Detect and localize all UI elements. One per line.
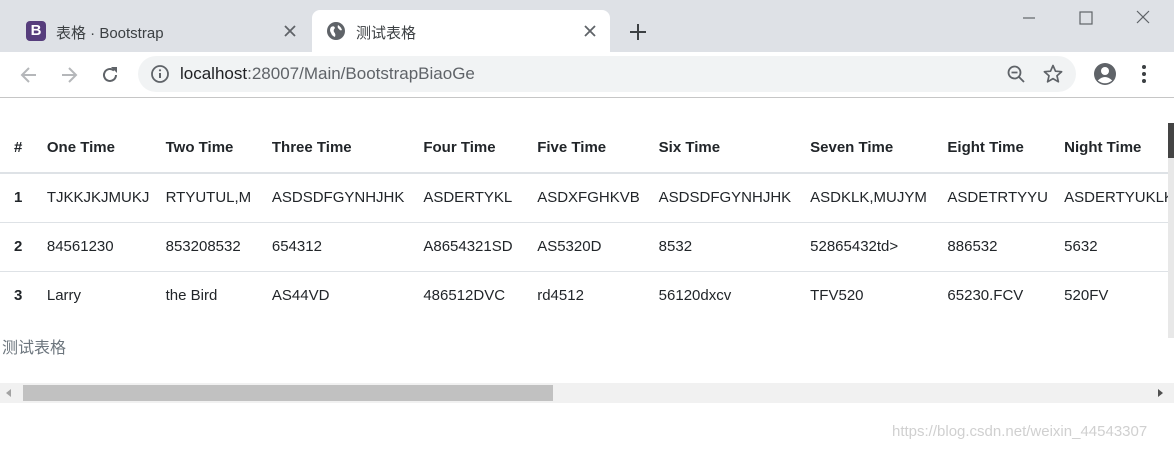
table-cell: 65230.FCV [933,270,1051,320]
table-cell: 52865432td> [796,221,934,271]
column-header: Two Time [151,122,258,174]
table-cell: the Bird [151,270,258,320]
close-tab-icon[interactable] [580,21,600,41]
profile-avatar-icon[interactable] [1093,62,1117,86]
vertical-scroll-thumb[interactable] [1168,123,1174,158]
page-content: # One Time Two Time Three Time Four Time… [0,98,1174,451]
close-tab-icon[interactable] [280,21,300,41]
column-header: Three Time [257,122,410,174]
tab-test-table[interactable]: 测试表格 [312,10,610,52]
minimize-icon[interactable] [1018,8,1040,28]
tab-strip: B 表格 · Bootstrap 测试表格 [0,0,1174,52]
table-cell: 8532 [644,221,797,271]
column-header: Night Time [1050,122,1174,174]
globe-icon [327,22,345,40]
forward-icon[interactable] [58,64,80,86]
url-path: :28007/Main/BootstrapBiaoGe [247,64,475,83]
maximize-icon[interactable] [1075,8,1097,28]
close-window-icon[interactable] [1132,8,1154,28]
table-cell: ASDXFGHKVB [537,189,640,207]
table-cell: TJKKJKJMUKJ [46,189,150,207]
bookmark-star-icon[interactable] [1042,63,1064,85]
address-bar[interactable]: localhost:28007/Main/BootstrapBiaoGe [138,56,1076,92]
table-cell: 853208532 [151,221,258,271]
table-cell: A8654321SD [409,221,524,271]
data-table: # One Time Two Time Three Time Four Time… [0,122,1174,320]
table-cell: AS44VD [257,270,410,320]
table-cell: 654312 [257,221,410,271]
more-menu-icon[interactable] [1134,62,1154,86]
table-row: 3 Larry the Bird AS44VD 486512DVC rd4512… [0,270,1174,320]
table-caption: 测试表格 [2,340,67,357]
table-header-row: # One Time Two Time Three Time Four Time… [0,122,1174,174]
row-number: 3 [0,270,33,320]
table-cell: Larry [32,270,152,320]
row-number: 1 [14,189,23,207]
table-cell: 520FV [1050,270,1174,320]
back-icon[interactable] [18,64,40,86]
column-header: Seven Time [796,122,934,174]
tab-bootstrap[interactable]: B 表格 · Bootstrap [10,10,310,52]
reload-icon[interactable] [99,64,121,86]
table-cell: ASDETRTYYU [947,189,1048,207]
column-header: Eight Time [933,122,1051,174]
info-icon[interactable] [150,64,170,84]
table-cell: 886532 [933,221,1051,271]
table-cell: ASDSDFGYNHJHK [658,189,792,207]
watermark: https://blog.csdn.net/weixin_44543307 [892,423,1148,440]
browser-toolbar: localhost:28007/Main/BootstrapBiaoGe [0,52,1174,98]
table-cell: ASDERTYUKLK [1064,189,1174,207]
table-row: 2 84561230 853208532 654312 A8654321SD A… [0,221,1174,271]
tab-title: 表格 · Bootstrap [56,25,164,42]
table-cell: rd4512 [523,270,645,320]
table-cell: 56120dxcv [644,270,797,320]
table-cell: TFV520 [796,270,934,320]
scroll-left-arrow-icon[interactable] [6,389,11,397]
horizontal-scrollbar[interactable] [0,383,1174,403]
table-cell: ASDERTYKL [423,189,513,207]
table-cell: 84561230 [32,221,152,271]
column-header: Five Time [523,122,645,174]
table-cell: 486512DVC [409,270,524,320]
table-cell: ASDKLK,MUJYM [810,189,927,207]
bootstrap-logo-icon: B [26,21,46,41]
column-header: Six Time [644,122,797,174]
table-row: 1 TJKKJKJMUKJ RTYUTUL,M ASDSDFGYNHJHK AS… [0,173,1174,222]
url-text[interactable]: localhost:28007/Main/BootstrapBiaoGe [180,64,475,84]
row-number: 2 [0,221,33,271]
column-header: One Time [32,122,152,174]
scroll-right-arrow-icon[interactable] [1158,389,1163,397]
zoom-out-icon[interactable] [1006,64,1026,84]
table-cell: AS5320D [523,221,645,271]
scrollbar-thumb[interactable] [23,385,553,401]
new-tab-icon[interactable] [626,20,650,44]
column-header: Four Time [409,122,524,174]
table-cell: RTYUTUL,M [165,189,252,207]
table-cell: ASDSDFGYNHJHK [271,189,405,207]
url-host: localhost [180,64,248,83]
tab-title: 测试表格 [356,25,417,42]
table-cell: 5632 [1050,221,1174,271]
column-header: # [0,122,33,174]
